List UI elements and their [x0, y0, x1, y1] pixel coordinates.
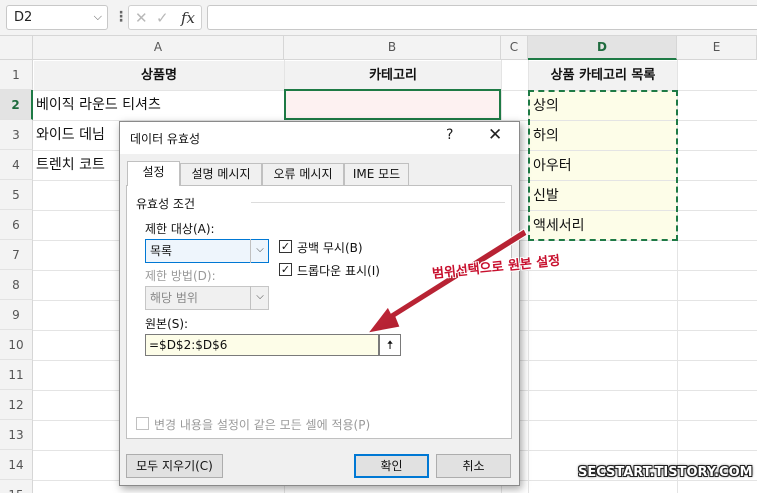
cell-d6[interactable]: 액세서리 — [529, 211, 677, 240]
ignore-blank-label[interactable]: 공백 무시(B) — [297, 239, 363, 256]
cell-a2[interactable]: 베이직 라운드 티셔츠 — [36, 90, 282, 120]
apply-all-label[interactable]: 변경 내용을 설정이 같은 모든 셀에 적용(P) — [154, 416, 370, 433]
row-header-1[interactable]: 1 — [0, 60, 33, 90]
row-header-13[interactable]: 13 — [0, 420, 33, 450]
column-header-d[interactable]: D — [528, 36, 677, 60]
chevron-down-icon[interactable]: ⌵ — [250, 239, 269, 263]
allow-select[interactable]: 목록 ⌵ — [145, 239, 269, 263]
method-select: 해당 범위 ⌵ — [145, 286, 269, 310]
cell-d5[interactable]: 신발 — [529, 181, 677, 210]
ignore-blank-checkbox[interactable]: ✓ — [279, 240, 292, 253]
settings-panel: 유효성 조건 제한 대상(A): 목록 ⌵ ✓ 공백 무시(B) ✓ 드롭다운 … — [126, 185, 512, 439]
method-label: 제한 방법(D): — [145, 269, 216, 283]
cell-d2[interactable]: 상의 — [529, 91, 677, 120]
close-icon[interactable]: ✕ — [488, 125, 502, 145]
cell-d3[interactable]: 하의 — [529, 121, 677, 150]
help-icon[interactable]: ? — [446, 127, 453, 143]
cell-b1[interactable]: 카테고리 — [285, 61, 501, 90]
row-header-10[interactable]: 10 — [0, 330, 33, 360]
column-header-c[interactable]: C — [501, 36, 528, 60]
cell-d4[interactable]: 아우터 — [529, 151, 677, 180]
row-header-3[interactable]: 3 — [0, 120, 33, 150]
row-header-5[interactable]: 5 — [0, 180, 33, 210]
source-label: 원본(S): — [145, 317, 189, 331]
dialog-title-bar[interactable]: 데이터 유효성 ? ✕ — [120, 122, 519, 154]
row-header-7[interactable]: 7 — [0, 240, 33, 270]
check-icon[interactable]: ✓ — [156, 9, 169, 27]
name-box-value: D2 — [14, 10, 33, 25]
allow-select-value: 목록 — [150, 244, 173, 258]
collapse-dialog-icon[interactable]: 🠅 — [379, 334, 401, 356]
select-all-corner[interactable] — [0, 36, 33, 60]
row-header-6[interactable]: 6 — [0, 210, 33, 240]
data-validation-dialog: 데이터 유효성 ? ✕ 설정 설명 메시지 오류 메시지 IME 모드 유효성 … — [119, 121, 520, 486]
cell-a1[interactable]: 상품명 — [34, 61, 284, 90]
group-divider — [251, 202, 505, 203]
cell-a4[interactable]: 트렌치 코트 — [36, 150, 120, 180]
formula-buttons: ✕ ✓ fx — [128, 5, 202, 30]
source-input[interactable]: =$D$2:$D$6 — [145, 334, 379, 356]
clear-all-button[interactable]: 모두 지우기(C) — [126, 454, 223, 478]
column-header-a[interactable]: A — [33, 36, 284, 60]
column-header-e[interactable]: E — [677, 36, 757, 60]
tab-error-alert[interactable]: 오류 메시지 — [262, 163, 344, 185]
cell-b2-selected[interactable] — [284, 89, 501, 120]
cancel-button[interactable]: 취소 — [436, 454, 511, 478]
formula-input[interactable] — [207, 5, 757, 30]
row-header-8[interactable]: 8 — [0, 270, 33, 300]
tab-input-message[interactable]: 설명 메시지 — [180, 163, 262, 185]
allow-label: 제한 대상(A): — [145, 222, 215, 236]
row-header-11[interactable]: 11 — [0, 360, 33, 390]
watermark-text: SECSTART.TISTORY.COM — [578, 465, 753, 480]
x-icon[interactable]: ✕ — [135, 9, 148, 27]
tab-settings[interactable]: 설정 — [127, 161, 180, 186]
dropdown-checkbox[interactable]: ✓ — [279, 263, 292, 276]
row-header-14[interactable]: 14 — [0, 450, 33, 480]
tab-ime-mode[interactable]: IME 모드 — [344, 163, 409, 185]
formula-bar: D2 ⌵ ⋮ ✕ ✓ fx — [0, 0, 757, 36]
cell-d1[interactable]: 상품 카테고리 목록 — [529, 61, 677, 90]
ok-button[interactable]: 확인 — [354, 454, 429, 478]
row-header-2[interactable]: 2 — [0, 90, 33, 120]
row-header-12[interactable]: 12 — [0, 390, 33, 420]
gridline — [677, 60, 678, 493]
dialog-title: 데이터 유효성 — [130, 132, 201, 146]
row-header-4[interactable]: 4 — [0, 150, 33, 180]
apply-all-checkbox[interactable] — [136, 417, 149, 430]
row-header-9[interactable]: 9 — [0, 300, 33, 330]
fx-icon[interactable]: fx — [181, 9, 195, 27]
row-header-15[interactable]: 15 — [0, 480, 33, 493]
name-box[interactable]: D2 ⌵ — [6, 5, 108, 30]
dropdown-label[interactable]: 드롭다운 표시(I) — [297, 262, 380, 279]
column-header-b[interactable]: B — [284, 36, 501, 60]
cell-a3[interactable]: 와이드 데님 — [36, 120, 120, 150]
chevron-down-icon[interactable]: ⌵ — [94, 10, 102, 24]
method-select-value: 해당 범위 — [150, 291, 198, 305]
chevron-down-icon: ⌵ — [250, 286, 269, 310]
more-options-icon[interactable]: ⋮ — [114, 9, 128, 25]
validation-criteria-label: 유효성 조건 — [136, 197, 196, 211]
